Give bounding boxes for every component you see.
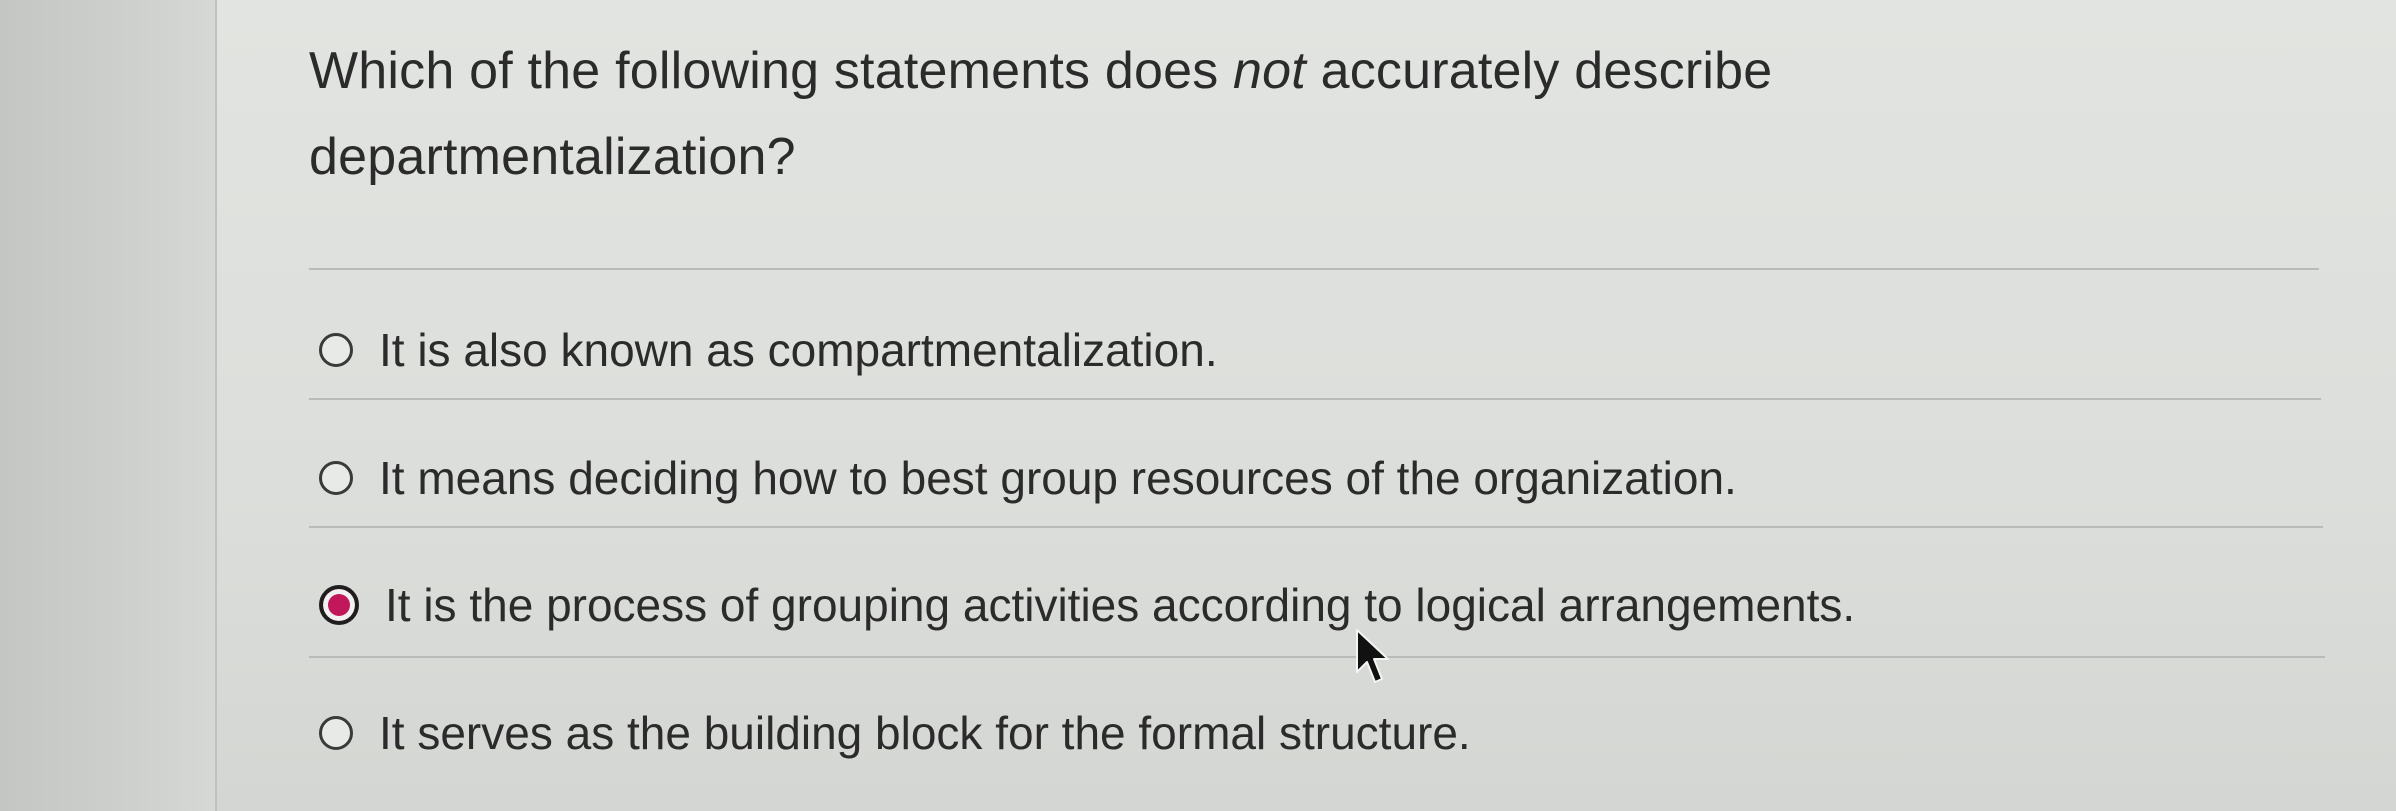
answer-option-label: It serves as the building block for the … [379, 707, 1471, 759]
radio-button-selected-icon[interactable] [319, 585, 359, 625]
question-text: Which of the following statements does n… [309, 28, 2209, 200]
answer-option-label: It means deciding how to best group reso… [379, 452, 1737, 504]
answer-option-2[interactable]: It means deciding how to best group reso… [319, 443, 1737, 513]
question-emphasis: not [1233, 42, 1306, 100]
answer-option-label: It is the process of grouping activities… [385, 579, 1856, 631]
radio-button-icon[interactable] [319, 333, 353, 367]
divider [309, 268, 2319, 270]
divider [309, 656, 2325, 658]
answer-option-3[interactable]: It is the process of grouping activities… [319, 570, 1855, 640]
mouse-pointer-icon [1356, 629, 1389, 683]
radio-button-icon[interactable] [319, 716, 353, 750]
answer-option-label: It is also known as compartmentalization… [379, 324, 1218, 376]
quiz-panel: Which of the following statements does n… [215, 0, 2396, 811]
answer-option-1[interactable]: It is also known as compartmentalization… [319, 315, 1218, 385]
question-text-before: Which of the following statements does [309, 42, 1234, 100]
screen: Which of the following statements does n… [0, 0, 2396, 811]
divider [309, 398, 2321, 400]
answer-option-4[interactable]: It serves as the building block for the … [319, 698, 1471, 768]
divider [309, 526, 2323, 528]
radio-button-icon[interactable] [319, 461, 353, 495]
